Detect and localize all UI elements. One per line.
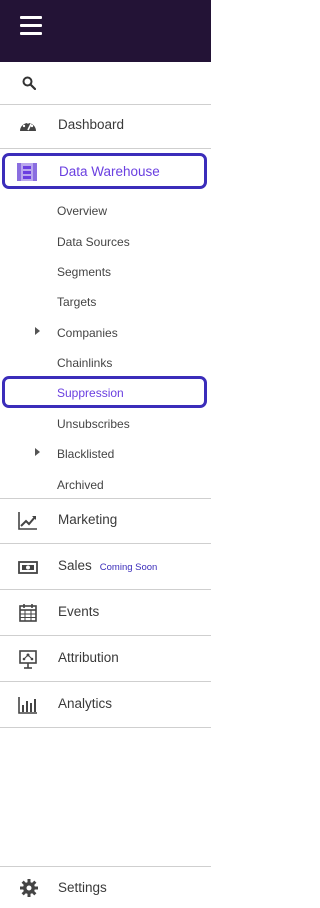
submenu-item-targets[interactable]: Targets (57, 295, 96, 309)
sidebar-item-label: Data Warehouse (59, 164, 160, 179)
caret-right-icon[interactable] (35, 448, 40, 456)
submenu-item-overview[interactable]: Overview (57, 204, 107, 218)
submenu-item-archived[interactable]: Archived (57, 478, 104, 492)
calendar-icon (19, 604, 37, 622)
submenu-item-blacklisted[interactable]: Blacklisted (57, 447, 114, 461)
sidebar-item-label: Marketing (58, 512, 118, 527)
trend-line-icon (18, 512, 37, 530)
sidebar-item-settings[interactable]: Settings (0, 866, 211, 908)
sidebar-item-label: Events (58, 604, 100, 619)
top-bar (0, 0, 211, 62)
submenu-item-suppression[interactable]: Suppression (2, 376, 207, 408)
coming-soon-badge: Coming Soon (99, 562, 158, 573)
sidebar-item-sales[interactable]: Sales Coming Soon (0, 545, 211, 590)
submenu-item-label: Suppression (57, 386, 124, 400)
sidebar-item-label: Settings (58, 880, 107, 895)
submenu-item-companies[interactable]: Companies (57, 326, 118, 340)
sidebar-item-marketing[interactable]: Marketing (0, 499, 211, 544)
sidebar-item-label: Attribution (58, 650, 119, 665)
presentation-icon (19, 650, 37, 669)
sidebar-item-label: Analytics (58, 696, 113, 711)
bar-chart-icon (18, 697, 37, 714)
sidebar-item-dashboard[interactable]: Dashboard (0, 104, 211, 149)
sales-label: Sales (58, 558, 92, 573)
sidebar-item-label: Sales Coming Soon (58, 558, 157, 573)
search-row[interactable] (0, 62, 211, 105)
submenu-item-segments[interactable]: Segments (57, 265, 111, 279)
search-icon[interactable] (22, 76, 36, 90)
sidebar-item-attribution[interactable]: Attribution (0, 637, 211, 682)
database-icon (17, 163, 37, 181)
submenu-item-data-sources[interactable]: Data Sources (57, 235, 130, 249)
sidebar-item-data-warehouse[interactable]: Data Warehouse (2, 153, 207, 189)
gear-icon (20, 879, 38, 897)
sidebar-item-analytics[interactable]: Analytics (0, 683, 211, 728)
speedometer-icon (20, 121, 36, 131)
submenu-item-chainlinks[interactable]: Chainlinks (57, 356, 112, 370)
hamburger-menu-icon[interactable] (20, 16, 42, 35)
sidebar-item-label: Dashboard (58, 117, 125, 132)
cash-icon (18, 561, 38, 574)
submenu-item-unsubscribes[interactable]: Unsubscribes (57, 417, 130, 431)
caret-right-icon[interactable] (35, 327, 40, 335)
sidebar-item-events[interactable]: Events (0, 591, 211, 636)
